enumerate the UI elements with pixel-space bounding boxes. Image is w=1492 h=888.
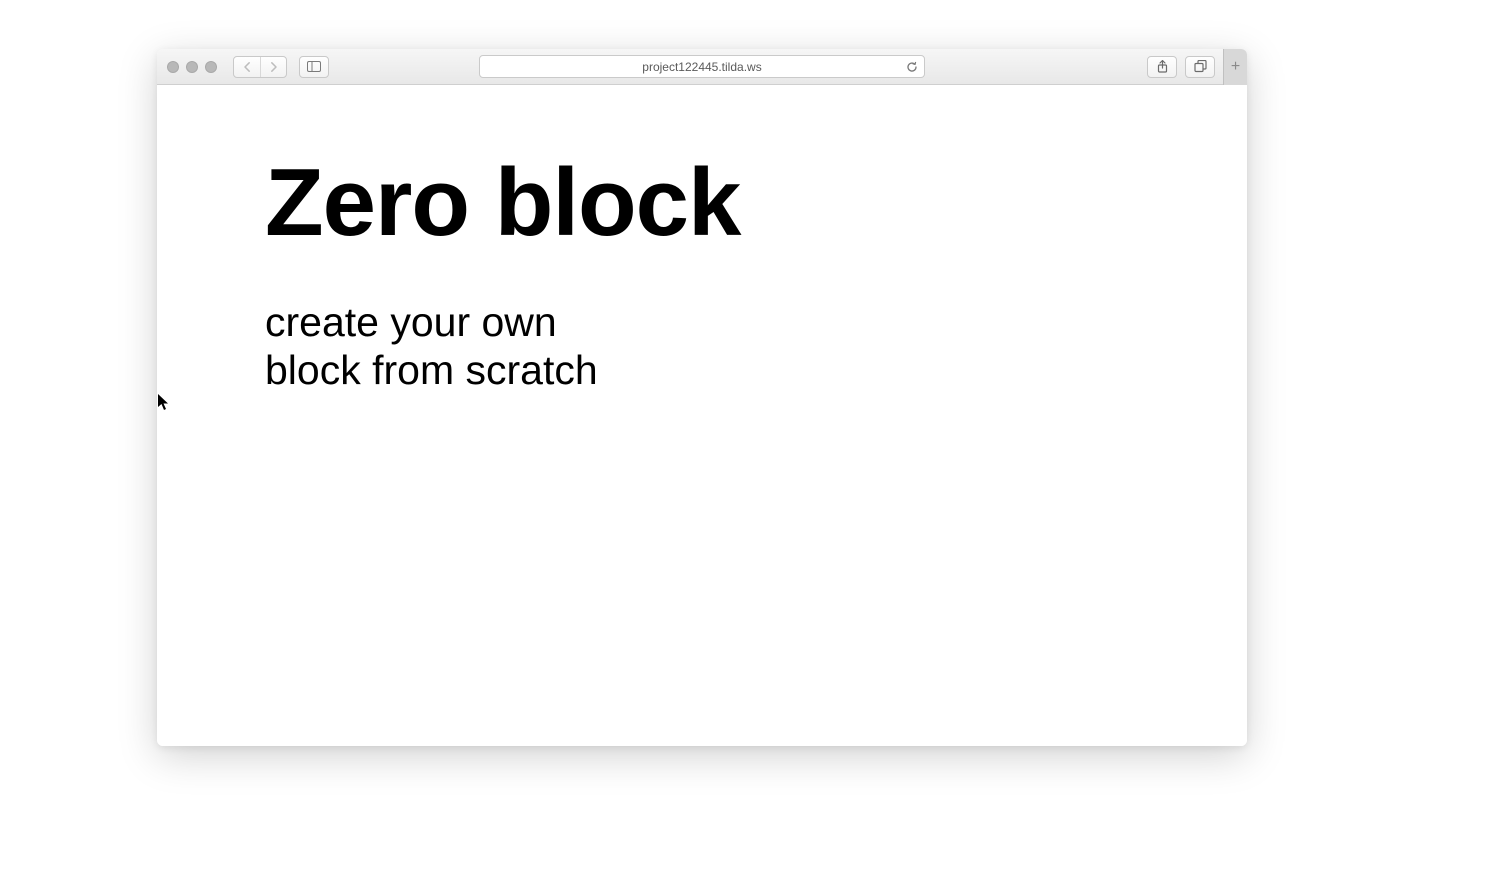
subtitle-line-2: block from scratch <box>265 347 598 393</box>
tabs-button[interactable] <box>1185 56 1215 78</box>
page-content: Zero block create your own block from sc… <box>265 153 740 395</box>
back-button[interactable] <box>234 57 260 77</box>
page-viewport: Zero block create your own block from sc… <box>157 85 1247 746</box>
browser-toolbar: project122445.tilda.ws <box>157 49 1247 85</box>
minimize-window-button[interactable] <box>186 61 198 73</box>
page-title: Zero block <box>265 153 740 254</box>
new-tab-button[interactable]: + <box>1223 49 1247 85</box>
url-text: project122445.tilda.ws <box>642 60 761 74</box>
traffic-lights <box>167 61 217 73</box>
sidebar-toggle-button[interactable] <box>299 56 329 78</box>
share-button[interactable] <box>1147 56 1177 78</box>
page-subtitle: create your own block from scratch <box>265 298 740 395</box>
toolbar-right-group: + <box>1147 49 1237 85</box>
close-window-button[interactable] <box>167 61 179 73</box>
maximize-window-button[interactable] <box>205 61 217 73</box>
plus-icon: + <box>1231 58 1240 76</box>
reload-icon[interactable] <box>906 61 918 73</box>
browser-window: project122445.tilda.ws <box>157 49 1247 746</box>
nav-buttons-group <box>233 56 287 78</box>
forward-button[interactable] <box>260 57 286 77</box>
address-bar[interactable]: project122445.tilda.ws <box>479 55 925 78</box>
subtitle-line-1: create your own <box>265 299 557 345</box>
